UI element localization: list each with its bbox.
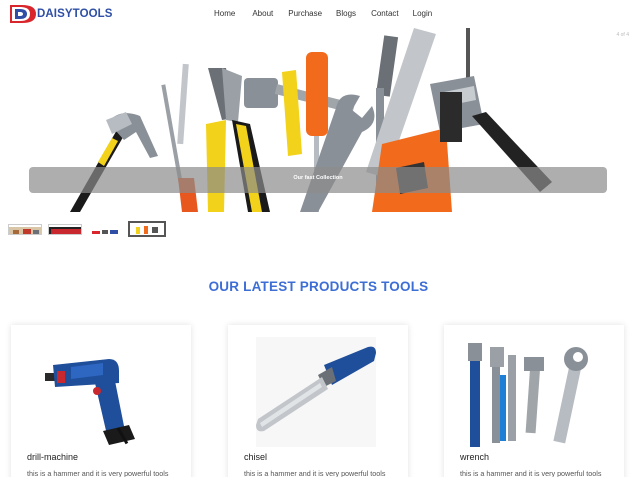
hero-caption-bar: Our fast Collection xyxy=(29,167,607,193)
hammer-icon xyxy=(70,112,158,212)
nav-home[interactable]: Home xyxy=(214,9,235,18)
thumbnail-4-active[interactable] xyxy=(128,221,166,237)
nav-blogs[interactable]: Blogs xyxy=(336,9,356,18)
hero-caption: Our fast Collection xyxy=(293,175,343,181)
product-name[interactable]: chisel xyxy=(244,452,267,462)
product-description: this is a hammer and it is very powerful… xyxy=(460,469,602,477)
product-description: this is a hammer and it is very powerful… xyxy=(27,469,169,477)
product-description: this is a hammer and it is very powerful… xyxy=(244,469,386,477)
drill-machine-icon xyxy=(45,359,135,445)
nav-contact[interactable]: Contact xyxy=(371,9,399,18)
carousel-thumbnails xyxy=(8,221,172,237)
brand-logo[interactable]: DAISYTOOLS xyxy=(8,3,113,25)
brand-name: DAISYTOOLS xyxy=(37,8,113,20)
thumbnail-1[interactable] xyxy=(8,223,42,235)
ruler-icon xyxy=(282,70,302,156)
navbar: DAISYTOOLS Home About Purchase Blogs Con… xyxy=(0,0,637,28)
chisel-icon xyxy=(256,337,376,447)
main-nav: Home About Purchase Blogs Contact Login xyxy=(214,9,432,18)
nav-about[interactable]: About xyxy=(252,9,273,18)
section-title: OUR LATEST PRODUCTS TOOLS xyxy=(208,279,429,294)
product-name[interactable]: wrench xyxy=(460,452,489,462)
product-card-drill[interactable]: drill-machine this is a hammer and it is… xyxy=(11,325,191,477)
thumbnail-3[interactable] xyxy=(88,223,122,235)
nav-purchase[interactable]: Purchase xyxy=(288,9,322,18)
product-card-chisel[interactable]: chisel this is a hammer and it is very p… xyxy=(228,325,408,477)
slide-counter: 4 of 4 xyxy=(616,32,629,38)
nav-login[interactable]: Login xyxy=(413,9,433,18)
logo-mark-icon xyxy=(8,3,38,25)
product-image xyxy=(11,335,191,450)
thumbnail-2[interactable] xyxy=(48,223,82,235)
hero-carousel: 4 of 4 Our fast Collection xyxy=(0,28,637,212)
wrench-set-icon xyxy=(468,343,588,447)
product-image xyxy=(228,335,408,450)
product-image xyxy=(444,335,624,450)
product-name[interactable]: drill-machine xyxy=(27,452,78,462)
product-card-wrench[interactable]: wrench this is a hammer and it is very p… xyxy=(444,325,624,477)
